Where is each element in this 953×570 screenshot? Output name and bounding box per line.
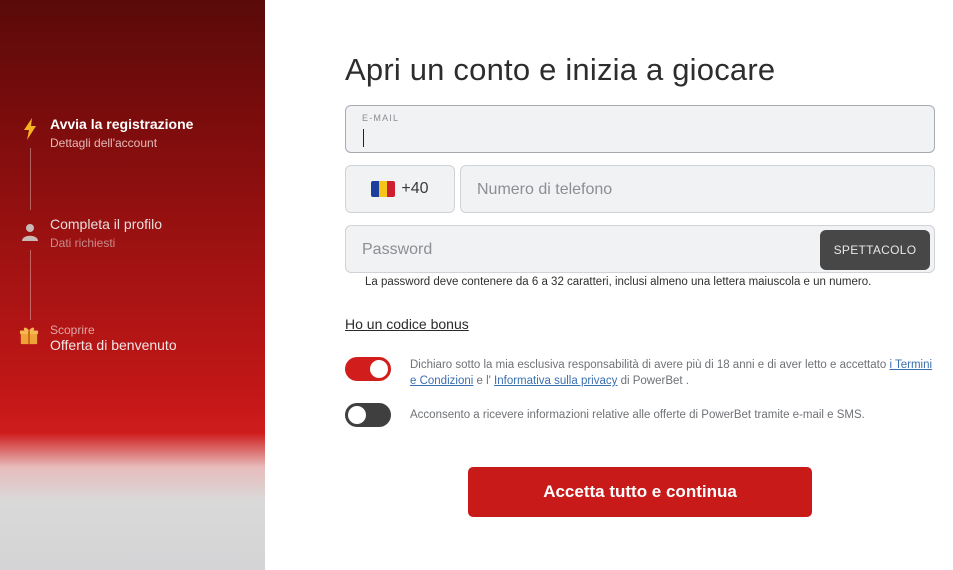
- gift-icon: [19, 325, 39, 345]
- password-placeholder: Password: [362, 241, 433, 258]
- country-code-selector[interactable]: +40: [345, 165, 455, 213]
- age-terms-consent-text: Dichiaro sotto la mia esclusiva responsa…: [410, 357, 935, 389]
- page-title: Apri un conto e inizia a giocare: [345, 52, 776, 87]
- show-password-button[interactable]: SPETTACOLO: [820, 230, 930, 270]
- consent-text: Dichiaro sotto la mia esclusiva responsa…: [410, 359, 890, 371]
- step-connector: [30, 148, 31, 210]
- step-title: Avvia la registrazione: [50, 116, 194, 132]
- toggle-knob: [348, 406, 366, 424]
- step-subtitle: Dettagli dell'account: [50, 136, 158, 150]
- age-terms-toggle[interactable]: [345, 357, 391, 381]
- email-label: E-MAIL: [362, 113, 400, 123]
- country-code: +40: [401, 180, 429, 197]
- romania-flag-icon: [371, 181, 396, 197]
- step-connector: [30, 250, 31, 320]
- password-hint: La password deve contenere da 6 a 32 car…: [365, 276, 872, 288]
- step-title: Completa il profilo: [50, 216, 163, 232]
- registration-steps-sidebar: Avvia la registrazione Dettagli dell'acc…: [0, 0, 265, 570]
- marketing-consent-text: Acconsento a ricevere informazioni relat…: [410, 409, 865, 421]
- phone-placeholder: Numero di telefono: [477, 181, 613, 198]
- consent-text: e l': [473, 375, 495, 387]
- privacy-policy-link[interactable]: Informativa sulla privacy: [494, 375, 617, 387]
- step-subtitle: Dati richiesti: [50, 236, 116, 250]
- step-pretitle: Scoprire: [50, 323, 95, 337]
- phone-number-input[interactable]: Numero di telefono: [460, 165, 935, 213]
- consent-text: di PowerBet .: [617, 375, 689, 387]
- text-caret: [363, 129, 364, 147]
- step-title: Offerta di benvenuto: [50, 337, 177, 353]
- user-icon: [20, 222, 40, 242]
- toggle-knob: [370, 360, 388, 378]
- email-field[interactable]: E-MAIL: [345, 105, 935, 153]
- marketing-consent-toggle[interactable]: [345, 403, 391, 427]
- lightning-icon: [20, 118, 40, 140]
- accept-and-continue-button[interactable]: Accetta tutto e continua: [468, 467, 812, 517]
- password-input[interactable]: Password SPETTACOLO: [345, 225, 935, 273]
- bonus-code-link[interactable]: Ho un codice bonus: [345, 316, 469, 332]
